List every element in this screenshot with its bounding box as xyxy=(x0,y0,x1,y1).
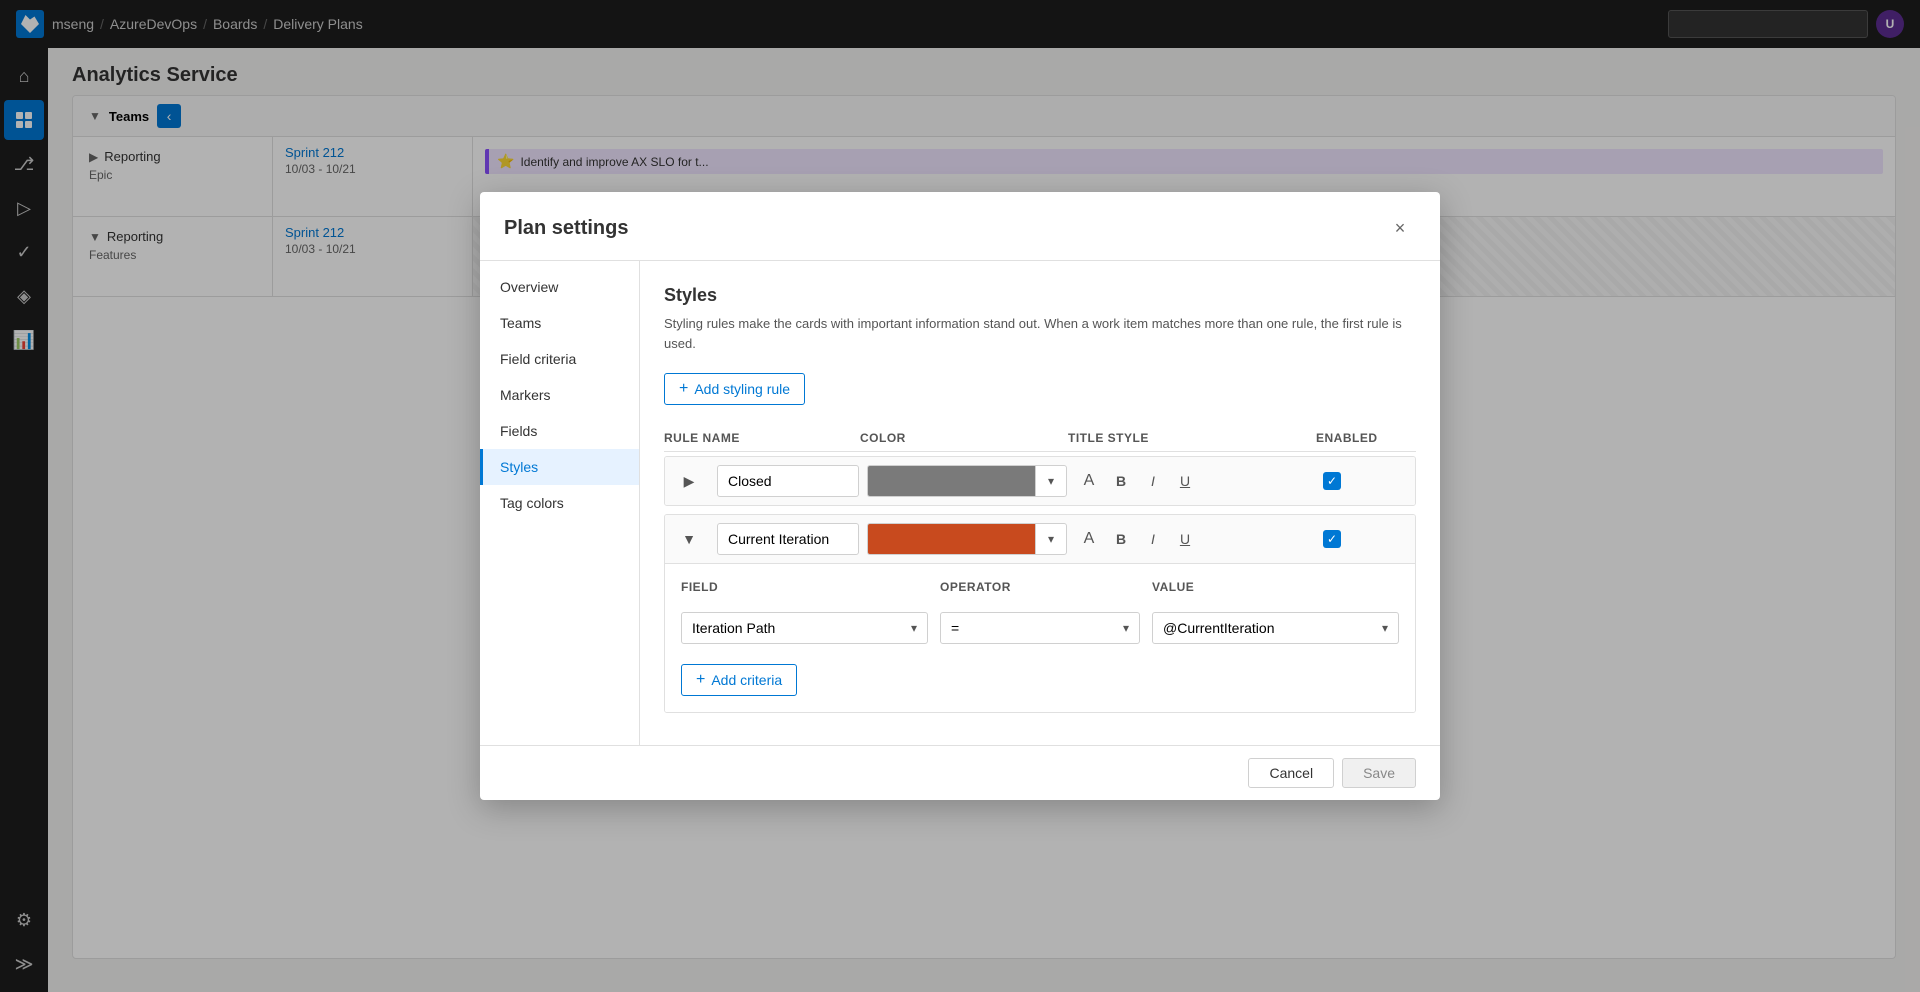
col-header-enabled: Enabled xyxy=(1316,431,1416,445)
nav-item-styles[interactable]: Styles xyxy=(480,449,639,485)
rule-ci-style-italic-button[interactable]: I xyxy=(1139,525,1167,553)
plan-settings-dialog: Plan settings × Overview Teams Field cri… xyxy=(480,192,1440,800)
operator-dropdown[interactable]: = ▾ xyxy=(940,612,1140,644)
rule-closed-expand-button[interactable]: ▶ xyxy=(677,469,701,493)
dialog-header: Plan settings × xyxy=(480,192,1440,261)
nav-item-tag-colors[interactable]: Tag colors xyxy=(480,485,639,521)
nav-item-overview[interactable]: Overview xyxy=(480,269,639,305)
table-headers: Rule name Color Title style Enabled xyxy=(664,425,1416,452)
style-rule-current-iteration-expanded: Field Operator Value Iteration Path ▾ = … xyxy=(665,563,1415,712)
rule-closed-style-underline-button[interactable]: U xyxy=(1171,467,1199,495)
rule-current-iteration-enabled-checkbox[interactable]: ✓ xyxy=(1323,530,1341,548)
rule-current-iteration-name-input[interactable] xyxy=(717,523,859,555)
rule-ci-style-bold-button[interactable]: B xyxy=(1107,525,1135,553)
add-criteria-label: Add criteria xyxy=(711,672,782,688)
add-styling-rule-label: Add styling rule xyxy=(694,381,790,397)
rule-closed-style-bold-button[interactable]: B xyxy=(1107,467,1135,495)
operator-dropdown-arrow-icon: ▾ xyxy=(1123,621,1129,635)
add-styling-rule-button[interactable]: + Add styling rule xyxy=(664,373,805,405)
dialog-close-button[interactable]: × xyxy=(1384,212,1416,244)
field-dropdown-value: Iteration Path xyxy=(692,620,775,636)
rule-current-iteration-collapse-button[interactable]: ▼ xyxy=(677,527,701,551)
field-dropdown[interactable]: Iteration Path ▾ xyxy=(681,612,928,644)
operator-col-label: Operator xyxy=(940,580,1140,594)
value-dropdown[interactable]: @CurrentIteration ▾ xyxy=(1152,612,1399,644)
dialog-footer: Cancel Save xyxy=(480,745,1440,800)
criteria-labels-row: Field Operator Value xyxy=(681,580,1399,600)
field-col-label: Field xyxy=(681,580,928,594)
criteria-values-row: Iteration Path ▾ = ▾ @CurrentIteration ▾ xyxy=(681,612,1399,644)
col-header-title-style: Title style xyxy=(1068,431,1308,445)
style-rule-closed: ▶ ▾ A B I U ✓ xyxy=(664,456,1416,506)
rule-current-iteration-color-dropdown-button[interactable]: ▾ xyxy=(1035,523,1067,555)
nav-item-markers[interactable]: Markers xyxy=(480,377,639,413)
content-section-desc: Styling rules make the cards with import… xyxy=(664,314,1416,353)
dialog-nav: Overview Teams Field criteria Markers Fi… xyxy=(480,261,640,745)
style-rule-closed-header: ▶ ▾ A B I U ✓ xyxy=(665,457,1415,505)
rule-ci-style-a-button[interactable]: A xyxy=(1075,525,1103,553)
rule-closed-style-italic-button[interactable]: I xyxy=(1139,467,1167,495)
nav-item-fields[interactable]: Fields xyxy=(480,413,639,449)
value-dropdown-arrow-icon: ▾ xyxy=(1382,621,1388,635)
operator-dropdown-value: = xyxy=(951,620,959,636)
rule-closed-style-a-button[interactable]: A xyxy=(1075,467,1103,495)
rule-closed-color-dropdown-button[interactable]: ▾ xyxy=(1035,465,1067,497)
rule-ci-style-underline-button[interactable]: U xyxy=(1171,525,1199,553)
rule-current-iteration-color-swatch[interactable] xyxy=(867,523,1035,555)
rule-closed-title-style: A B I U xyxy=(1075,467,1315,495)
style-rule-current-iteration-header: ▼ ▾ A B I U ✓ xyxy=(665,515,1415,563)
style-rule-current-iteration: ▼ ▾ A B I U ✓ xyxy=(664,514,1416,713)
nav-item-field-criteria[interactable]: Field criteria xyxy=(480,341,639,377)
value-col-label: Value xyxy=(1152,580,1399,594)
save-button[interactable]: Save xyxy=(1342,758,1416,788)
add-styling-rule-plus-icon: + xyxy=(679,380,688,398)
field-dropdown-arrow-icon: ▾ xyxy=(911,621,917,635)
rule-current-iteration-title-style: A B I U xyxy=(1075,525,1315,553)
dialog-content-area: Styles Styling rules make the cards with… xyxy=(640,261,1440,745)
nav-item-teams[interactable]: Teams xyxy=(480,305,639,341)
rule-current-iteration-color-picker: ▾ xyxy=(867,523,1067,555)
col-header-color: Color xyxy=(860,431,1060,445)
add-criteria-plus-icon: + xyxy=(696,671,705,689)
cancel-button[interactable]: Cancel xyxy=(1248,758,1334,788)
content-section-title: Styles xyxy=(664,285,1416,306)
rule-closed-color-swatch[interactable] xyxy=(867,465,1035,497)
col-header-rule-name: Rule name xyxy=(664,431,852,445)
rule-closed-enabled-checkbox[interactable]: ✓ xyxy=(1323,472,1341,490)
rule-closed-name-input[interactable] xyxy=(717,465,859,497)
add-criteria-button[interactable]: + Add criteria xyxy=(681,664,797,696)
dialog-title: Plan settings xyxy=(504,217,628,240)
dialog-body: Overview Teams Field criteria Markers Fi… xyxy=(480,261,1440,745)
value-dropdown-value: @CurrentIteration xyxy=(1163,620,1274,636)
rule-closed-color-picker: ▾ xyxy=(867,465,1067,497)
